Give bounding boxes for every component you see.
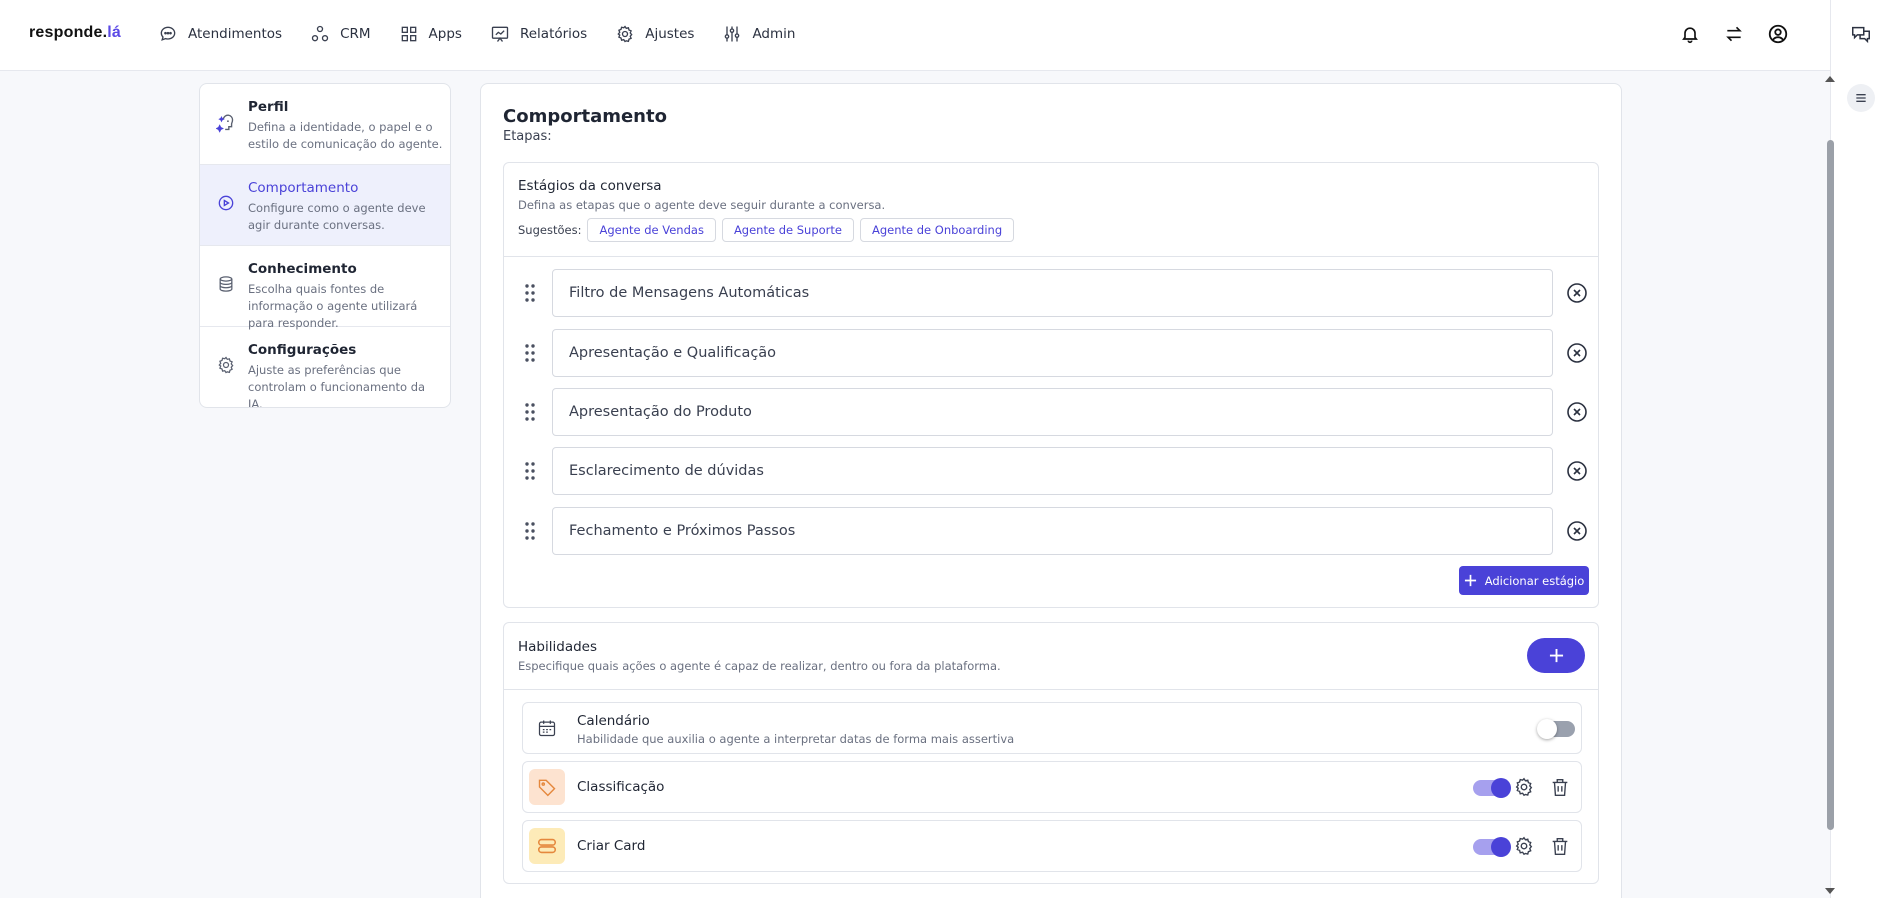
right-rail — [1830, 0, 1891, 898]
skill-toggle[interactable] — [1473, 837, 1511, 857]
page-title: Comportamento — [503, 106, 667, 127]
hamburger-menu-icon[interactable] — [1847, 84, 1875, 112]
swap-arrows-icon[interactable] — [1722, 22, 1746, 46]
nav-apps[interactable]: Apps — [399, 22, 462, 46]
remove-stage-icon[interactable] — [1565, 281, 1589, 305]
trash-icon[interactable] — [1549, 835, 1571, 857]
suggestion-chip-vendas[interactable]: Agente de Vendas — [587, 218, 716, 242]
play-circle-icon — [216, 193, 238, 215]
settings-sidebar: Perfil Defina a identidade, o papel e o … — [199, 83, 451, 408]
plus-icon — [1464, 574, 1477, 587]
suggestion-chip-onboarding[interactable]: Agente de Onboarding — [859, 218, 1015, 242]
drag-handle-icon[interactable] — [524, 283, 536, 303]
scroll-down-arrow[interactable] — [1825, 888, 1835, 894]
plus-icon — [1549, 648, 1564, 663]
nav-relatorios[interactable]: Relatórios — [490, 22, 587, 46]
drag-handle-icon[interactable] — [524, 343, 536, 363]
stage-row: Esclarecimento de dúvidas — [524, 447, 1589, 495]
drag-handle-icon[interactable] — [524, 521, 536, 541]
skill-item-calendario: Calendário Habilidade que auxilia o agen… — [522, 702, 1582, 754]
nav-crm[interactable]: CRM — [310, 22, 371, 46]
trash-icon[interactable] — [1549, 776, 1571, 798]
remove-stage-icon[interactable] — [1565, 341, 1589, 365]
skill-toggle[interactable] — [1473, 778, 1511, 798]
page-scrollbar[interactable] — [1822, 72, 1838, 898]
remove-stage-icon[interactable] — [1565, 519, 1589, 543]
stages-header: Estágios da conversa Defina as etapas qu… — [504, 163, 1598, 257]
suggestions-label: Sugestões: — [518, 223, 582, 237]
sidebar-item-configuracoes[interactable]: Configurações Ajuste as preferências que… — [200, 327, 450, 407]
sidebar-item-conhecimento[interactable]: Conhecimento Escolha quais fontes de inf… — [200, 246, 450, 330]
scroll-thumb[interactable] — [1827, 140, 1834, 830]
drag-handle-icon[interactable] — [524, 461, 536, 481]
skill-settings-icon[interactable] — [1513, 776, 1535, 798]
behavior-panel: Comportamento Etapas: Estágios da conver… — [480, 83, 1622, 898]
bell-icon[interactable] — [1678, 22, 1702, 46]
agent-sparkle-icon — [216, 112, 238, 134]
remove-stage-icon[interactable] — [1565, 400, 1589, 424]
add-stage-button[interactable]: Adicionar estágio — [1459, 566, 1589, 595]
skill-item-criar-card: Criar Card — [522, 820, 1582, 872]
stage-input[interactable]: Apresentação do Produto — [552, 388, 1553, 436]
stage-row: Apresentação do Produto — [524, 388, 1589, 436]
top-bar: responde.lá Atendimentos CRM Apps Relató… — [0, 0, 1830, 71]
stage-row: Filtro de Mensagens Automáticas — [524, 269, 1589, 317]
user-account-icon[interactable] — [1766, 22, 1790, 46]
nav-admin[interactable]: Admin — [722, 22, 795, 46]
suggestion-chip-suporte[interactable]: Agente de Suporte — [721, 218, 854, 242]
skill-item-classificacao: Classificação — [522, 761, 1582, 813]
gear-icon — [615, 24, 635, 44]
chat-bubble-icon — [158, 24, 178, 44]
sliders-icon — [722, 24, 742, 44]
database-icon — [216, 274, 238, 296]
skill-toggle[interactable] — [1537, 719, 1575, 739]
skills-card: Habilidades Especifique quais ações o ag… — [503, 622, 1599, 884]
top-actions — [1678, 22, 1790, 46]
add-skill-button[interactable] — [1527, 638, 1585, 673]
gear-icon — [216, 355, 238, 377]
grid-icon — [399, 24, 419, 44]
stage-input[interactable]: Esclarecimento de dúvidas — [552, 447, 1553, 495]
stage-input[interactable]: Apresentação e Qualificação — [552, 329, 1553, 377]
skills-description: Especifique quais ações o agente é capaz… — [518, 659, 1001, 673]
card-stack-icon — [529, 828, 565, 864]
steps-label: Etapas: — [503, 129, 552, 144]
conversation-stages-card: Estágios da conversa Defina as etapas qu… — [503, 162, 1599, 608]
skills-title: Habilidades — [518, 639, 597, 655]
sidebar-item-comportamento[interactable]: Comportamento Configure como o agente de… — [200, 165, 450, 246]
remove-stage-icon[interactable] — [1565, 459, 1589, 483]
suggestions-row: Sugestões: Agente de Vendas Agente de Su… — [518, 218, 1584, 242]
stage-input[interactable]: Fechamento e Próximos Passos — [552, 507, 1553, 555]
chart-board-icon — [490, 24, 510, 44]
stage-row: Fechamento e Próximos Passos — [524, 507, 1589, 555]
skill-settings-icon[interactable] — [1513, 835, 1535, 857]
nav-ajustes[interactable]: Ajustes — [615, 22, 694, 46]
stages-description: Defina as etapas que o agente deve segui… — [518, 198, 886, 212]
brand-logo[interactable]: responde.lá — [29, 24, 121, 42]
nodes-icon — [310, 24, 330, 44]
skills-header: Habilidades Especifique quais ações o ag… — [504, 623, 1598, 690]
stage-row: Apresentação e Qualificação — [524, 329, 1589, 377]
drag-handle-icon[interactable] — [524, 402, 536, 422]
tag-icon — [529, 769, 565, 805]
main-nav: Atendimentos CRM Apps Relatórios Ajustes — [158, 22, 823, 46]
sidebar-item-perfil[interactable]: Perfil Defina a identidade, o papel e o … — [200, 84, 450, 165]
scroll-up-arrow[interactable] — [1825, 76, 1835, 82]
conversations-icon[interactable] — [1850, 23, 1872, 45]
stages-title: Estágios da conversa — [518, 178, 662, 194]
stage-input[interactable]: Filtro de Mensagens Automáticas — [552, 269, 1553, 317]
nav-atendimentos[interactable]: Atendimentos — [158, 22, 282, 46]
calendar-icon — [529, 710, 565, 746]
